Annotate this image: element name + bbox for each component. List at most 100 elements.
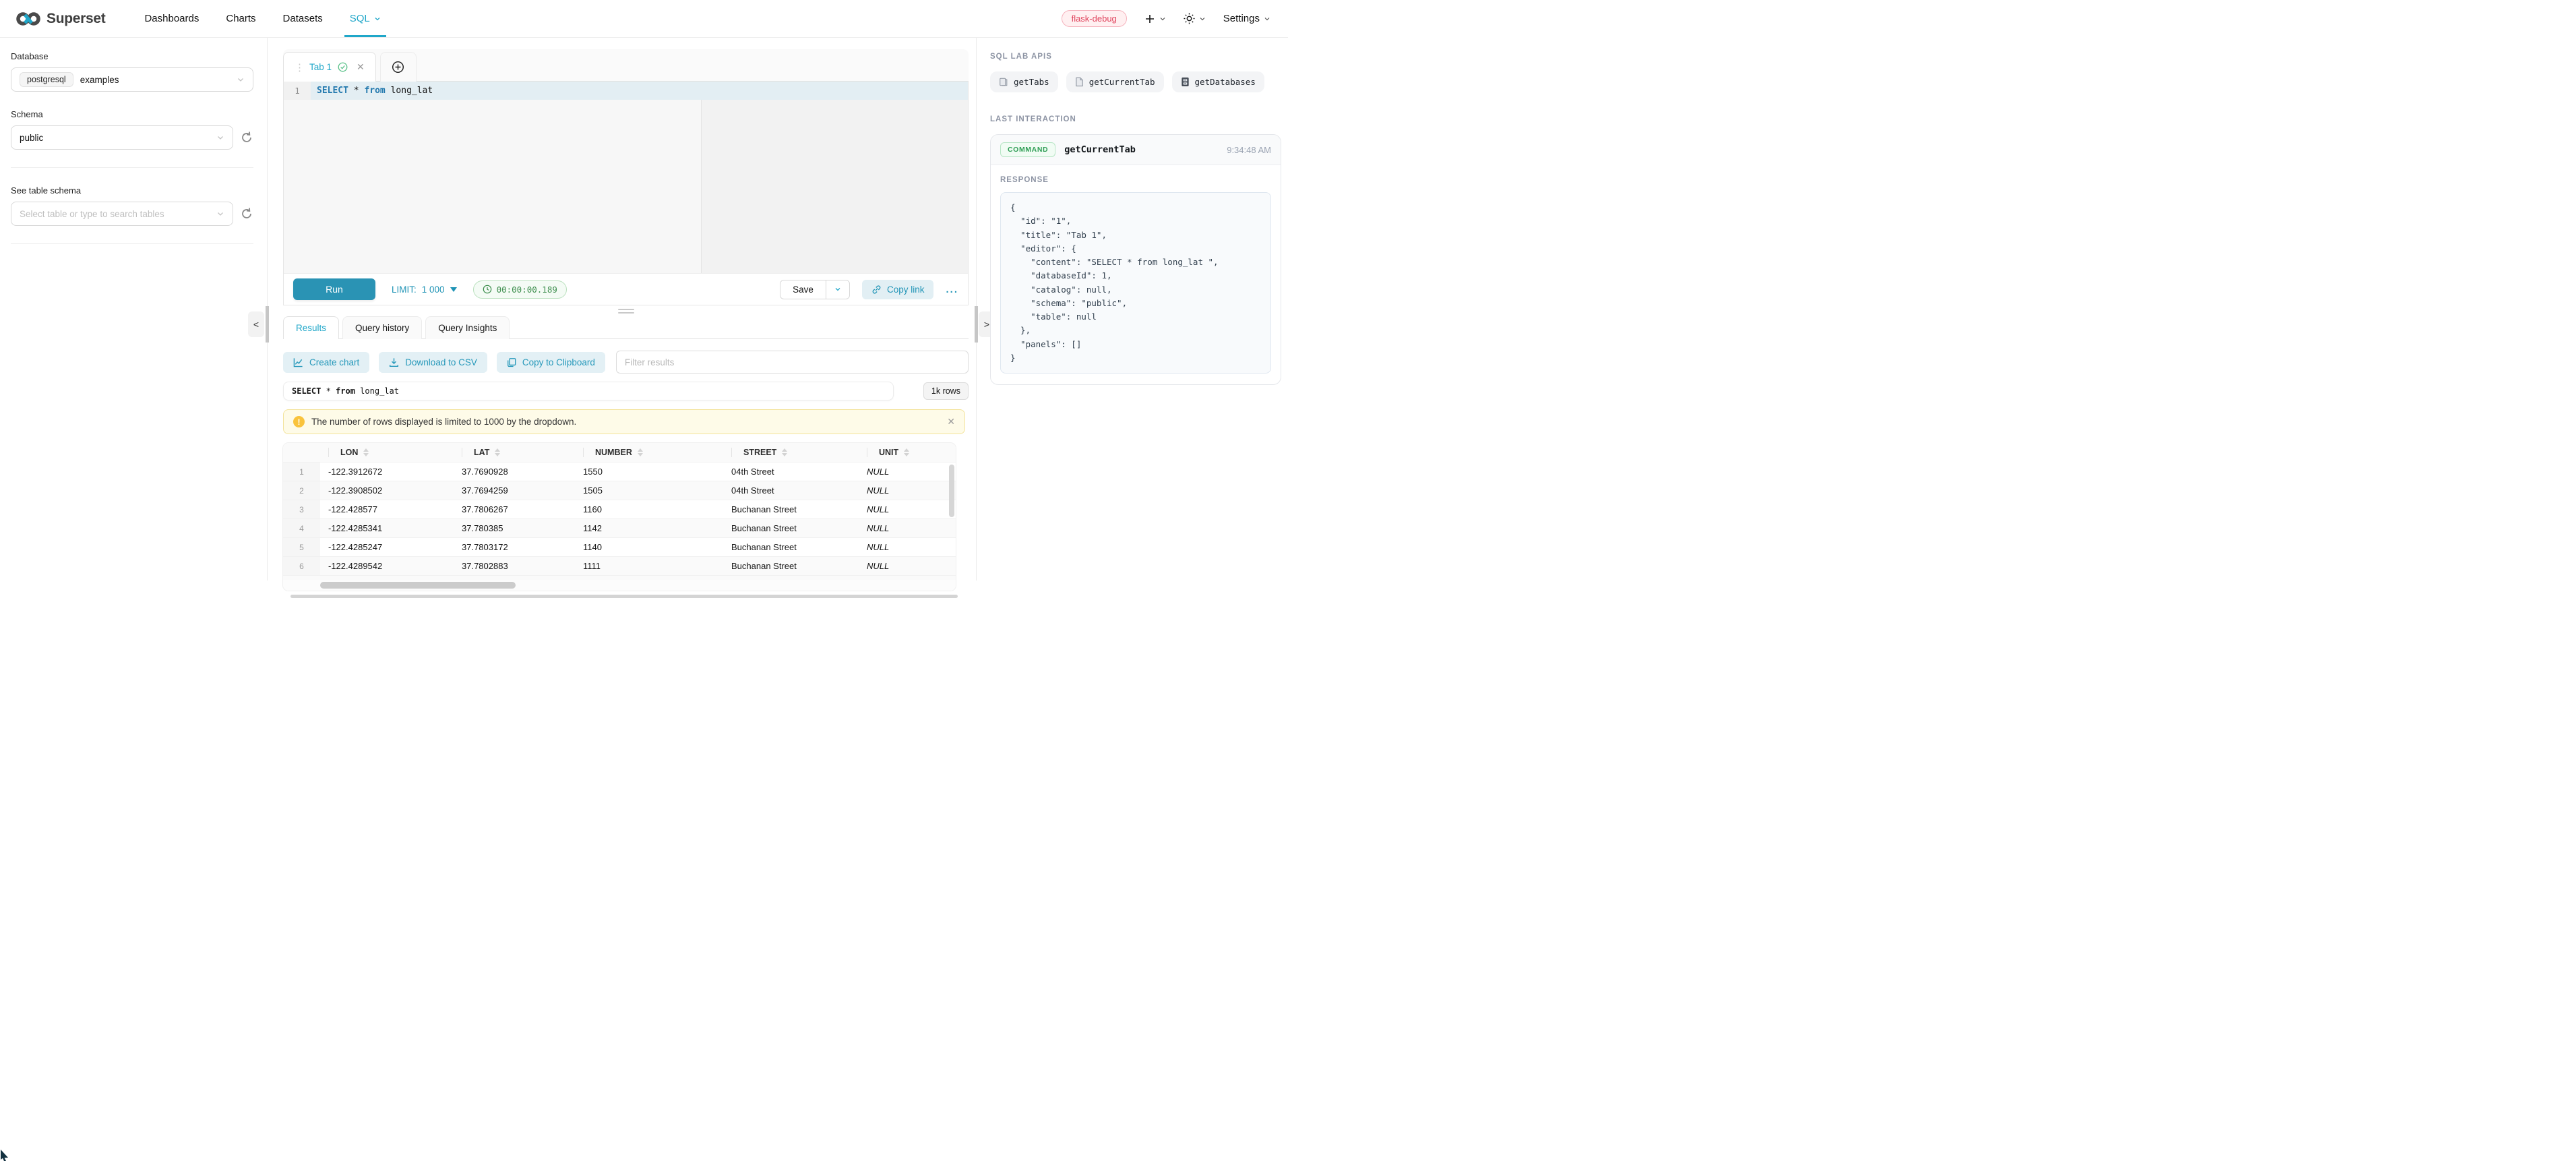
theme-toggle-button[interactable] [1184, 13, 1206, 24]
row-index: 5 [283, 538, 320, 556]
tab-drag-handle-icon[interactable]: ⋮ [295, 61, 303, 73]
add-tab-button[interactable] [380, 52, 417, 82]
table-select[interactable]: Select table or type to search tables [11, 202, 233, 226]
chevron-down-icon [374, 16, 381, 22]
cell-lon: -122.3908502 [320, 485, 454, 496]
editor-results-resize-handle[interactable] [617, 309, 635, 314]
chevron-down-icon [216, 133, 224, 142]
superset-logo[interactable]: Superset [16, 11, 105, 27]
database-engine-tag: postgresql [20, 72, 73, 87]
run-query-button[interactable]: Run [293, 278, 375, 300]
new-item-button[interactable] [1144, 13, 1166, 24]
line-number: 1 [284, 82, 311, 100]
cell-street: 04th Street [723, 467, 859, 477]
column-header-unit[interactable]: UNIT [859, 448, 956, 457]
column-header-number[interactable]: NUMBER [575, 448, 723, 457]
sort-icon[interactable] [363, 448, 369, 456]
nav-item-charts[interactable]: Charts [226, 0, 255, 37]
row-count-badge[interactable]: 1k rows [923, 382, 969, 400]
column-header-street[interactable]: STREET [723, 448, 859, 457]
command-name: getCurrentTab [1064, 144, 1136, 155]
api-chip-getcurrenttab[interactable]: getCurrentTab [1066, 71, 1164, 92]
sort-icon[interactable] [904, 448, 909, 456]
cell-lat: 37.7803172 [454, 542, 575, 552]
sort-icon[interactable] [782, 448, 787, 456]
column-header-lat[interactable]: LAT [454, 448, 575, 457]
column-header-lon[interactable]: LON [320, 448, 454, 457]
last-interaction-heading: LAST INTERACTION [990, 115, 1281, 123]
chevron-down-icon [237, 76, 245, 84]
table-vertical-scrollbar[interactable] [949, 465, 954, 517]
settings-menu[interactable]: Settings [1223, 13, 1270, 24]
cell-unit: NULL [859, 467, 956, 477]
nav-item-sql[interactable]: SQL [350, 0, 381, 37]
nav-item-datasets[interactable]: Datasets [283, 0, 323, 37]
copy-link-button[interactable]: Copy link [862, 280, 934, 299]
editor-tab-title: Tab 1 [309, 62, 332, 72]
sql-code-editor[interactable]: 1 SELECT * from long_lat [284, 82, 968, 273]
save-button[interactable]: Save [780, 280, 826, 299]
editor-margin-shade [702, 82, 968, 273]
tabs-document-icon [999, 77, 1008, 87]
database-select[interactable]: postgresql examples [11, 67, 253, 92]
copy-to-clipboard-button[interactable]: Copy to Clipboard [497, 352, 605, 373]
tab-results[interactable]: Results [283, 316, 339, 339]
right-divider-drag-handle[interactable] [975, 306, 978, 343]
limit-dropdown[interactable]: LIMIT: 1 000 [392, 285, 457, 295]
chevron-down-icon [834, 286, 841, 293]
cell-number: 1111 [575, 561, 723, 571]
scrollbar-thumb[interactable] [320, 582, 516, 589]
nav-menu: Dashboards Charts Datasets SQL [144, 0, 380, 37]
card-file-box-icon [1181, 77, 1190, 87]
close-alert-icon[interactable]: ✕ [947, 416, 955, 427]
cell-lat: 37.780385 [454, 523, 575, 533]
refresh-schemas-icon[interactable] [240, 131, 253, 144]
results-table: LON LAT NUMBER STREET UNIT 1-122.3912672… [283, 443, 956, 591]
query-preview-row: SELECT * from long_lat 1k rows [283, 382, 969, 400]
results-actions: Create chart Download to CSV Copy to Cli… [283, 351, 969, 374]
api-chip-getdatabases[interactable]: getDatabases [1172, 71, 1264, 92]
close-tab-icon[interactable]: ✕ [357, 61, 365, 73]
cell-unit: NULL [859, 542, 956, 552]
tab-query-insights[interactable]: Query Insights [425, 316, 510, 339]
sidebar-divider [11, 167, 253, 168]
results-table-header: LON LAT NUMBER STREET UNIT [283, 443, 956, 463]
api-chip-gettabs[interactable]: getTabs [990, 71, 1058, 92]
cell-lat: 37.7806267 [454, 504, 575, 514]
collapse-left-panel-button[interactable]: < [248, 311, 264, 337]
sort-icon[interactable] [638, 448, 643, 456]
copy-icon [507, 357, 516, 367]
tab-query-history[interactable]: Query history [342, 316, 422, 339]
table-row: 1-122.391267237.7690928155004th StreetNU… [283, 463, 956, 481]
link-icon [871, 285, 882, 295]
chart-icon [293, 357, 303, 367]
sql-editor-panel: ⋮ Tab 1 ✕ 1 [283, 38, 969, 598]
save-options-caret[interactable] [826, 280, 849, 299]
filter-results-input[interactable] [616, 351, 969, 374]
interaction-card-body: RESPONSE { "id": "1", "title": "Tab 1", … [991, 165, 1281, 384]
sort-icon[interactable] [495, 448, 500, 456]
schema-select[interactable]: public [11, 125, 233, 150]
editor-card: 1 SELECT * from long_lat Run LIMIT: 1 00… [283, 82, 969, 305]
top-navigation: Superset Dashboards Charts Datasets SQL … [0, 0, 1288, 38]
editor-active-line[interactable]: 1 SELECT * from long_lat [284, 82, 968, 100]
left-divider-drag-handle[interactable] [266, 306, 269, 343]
editor-tab-1[interactable]: ⋮ Tab 1 ✕ [283, 52, 376, 82]
warning-text: The number of rows displayed is limited … [311, 417, 576, 427]
chevron-down-icon [216, 210, 224, 218]
sidebar-divider [11, 243, 253, 244]
row-index-header [283, 443, 320, 462]
more-options-button[interactable]: ... [946, 284, 958, 295]
document-icon [1075, 77, 1084, 87]
row-index: 3 [283, 500, 320, 518]
refresh-tables-icon[interactable] [240, 207, 253, 220]
cell-lon: -122.428577 [320, 504, 454, 514]
download-csv-button[interactable]: Download to CSV [379, 352, 487, 373]
nav-item-dashboards[interactable]: Dashboards [144, 0, 199, 37]
cell-street: Buchanan Street [723, 542, 859, 552]
table-horizontal-scrollbar[interactable] [283, 580, 956, 591]
sql-statement[interactable]: SELECT * from long_lat [311, 82, 968, 100]
panel-bottom-scrollbar[interactable] [290, 595, 958, 598]
executed-query-preview: SELECT * from long_lat [283, 382, 894, 400]
create-chart-button[interactable]: Create chart [283, 352, 369, 373]
